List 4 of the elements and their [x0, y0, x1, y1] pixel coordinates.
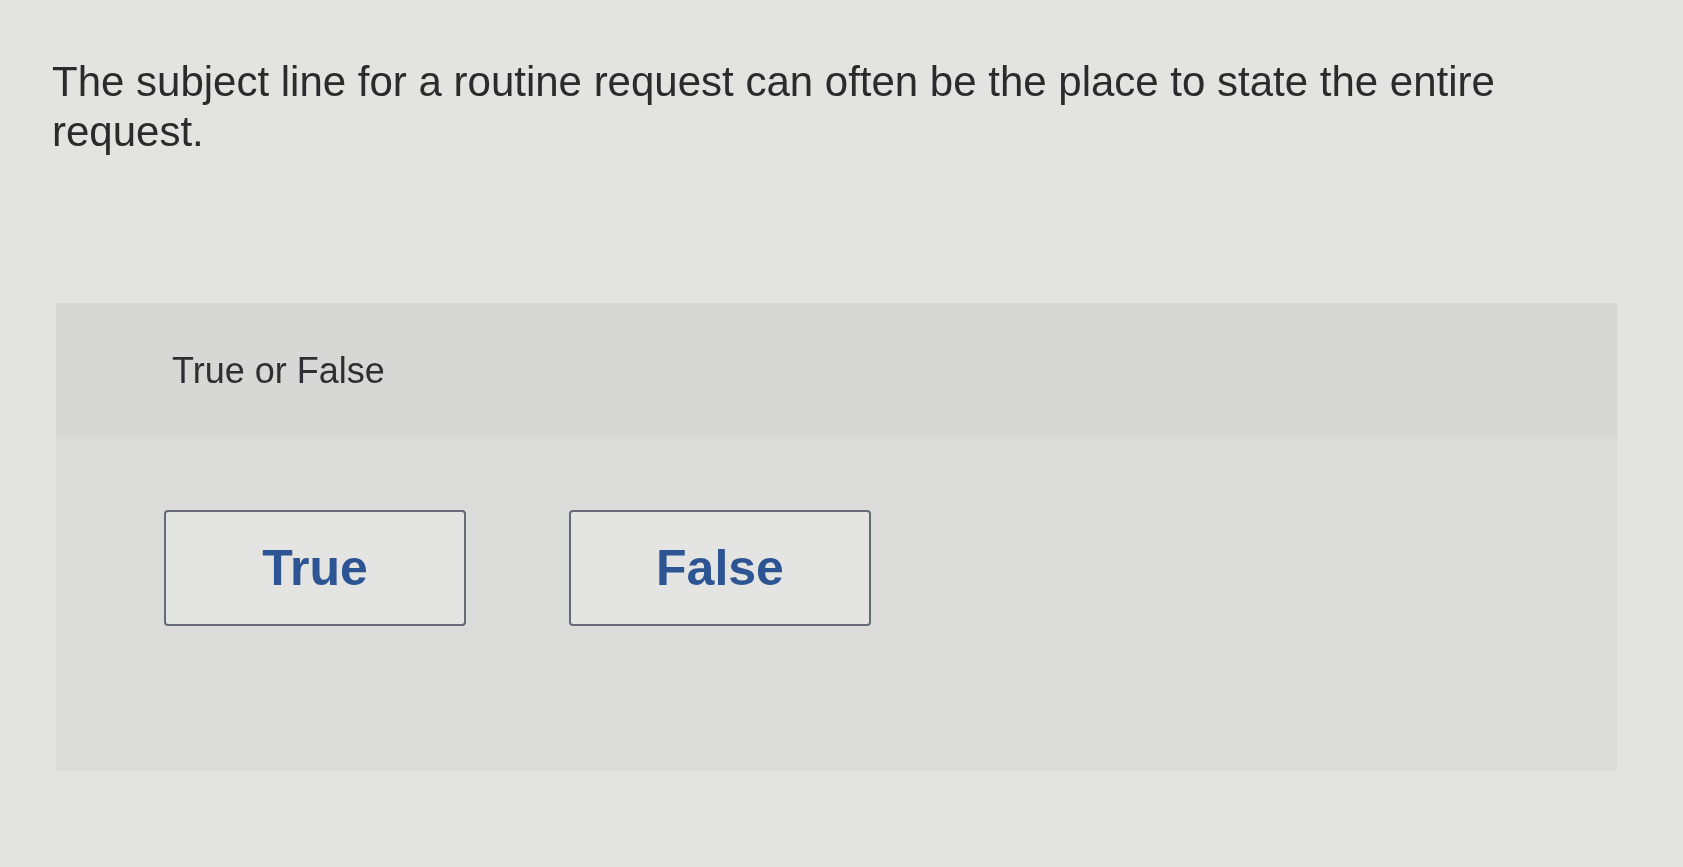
- prompt-text: True or False: [172, 349, 385, 392]
- answer-option-button[interactable]: True: [164, 510, 466, 626]
- answer-option-button[interactable]: False: [569, 510, 871, 626]
- question-text: The subject line for a routine request can often be the place to state the entire request.: [52, 57, 1496, 157]
